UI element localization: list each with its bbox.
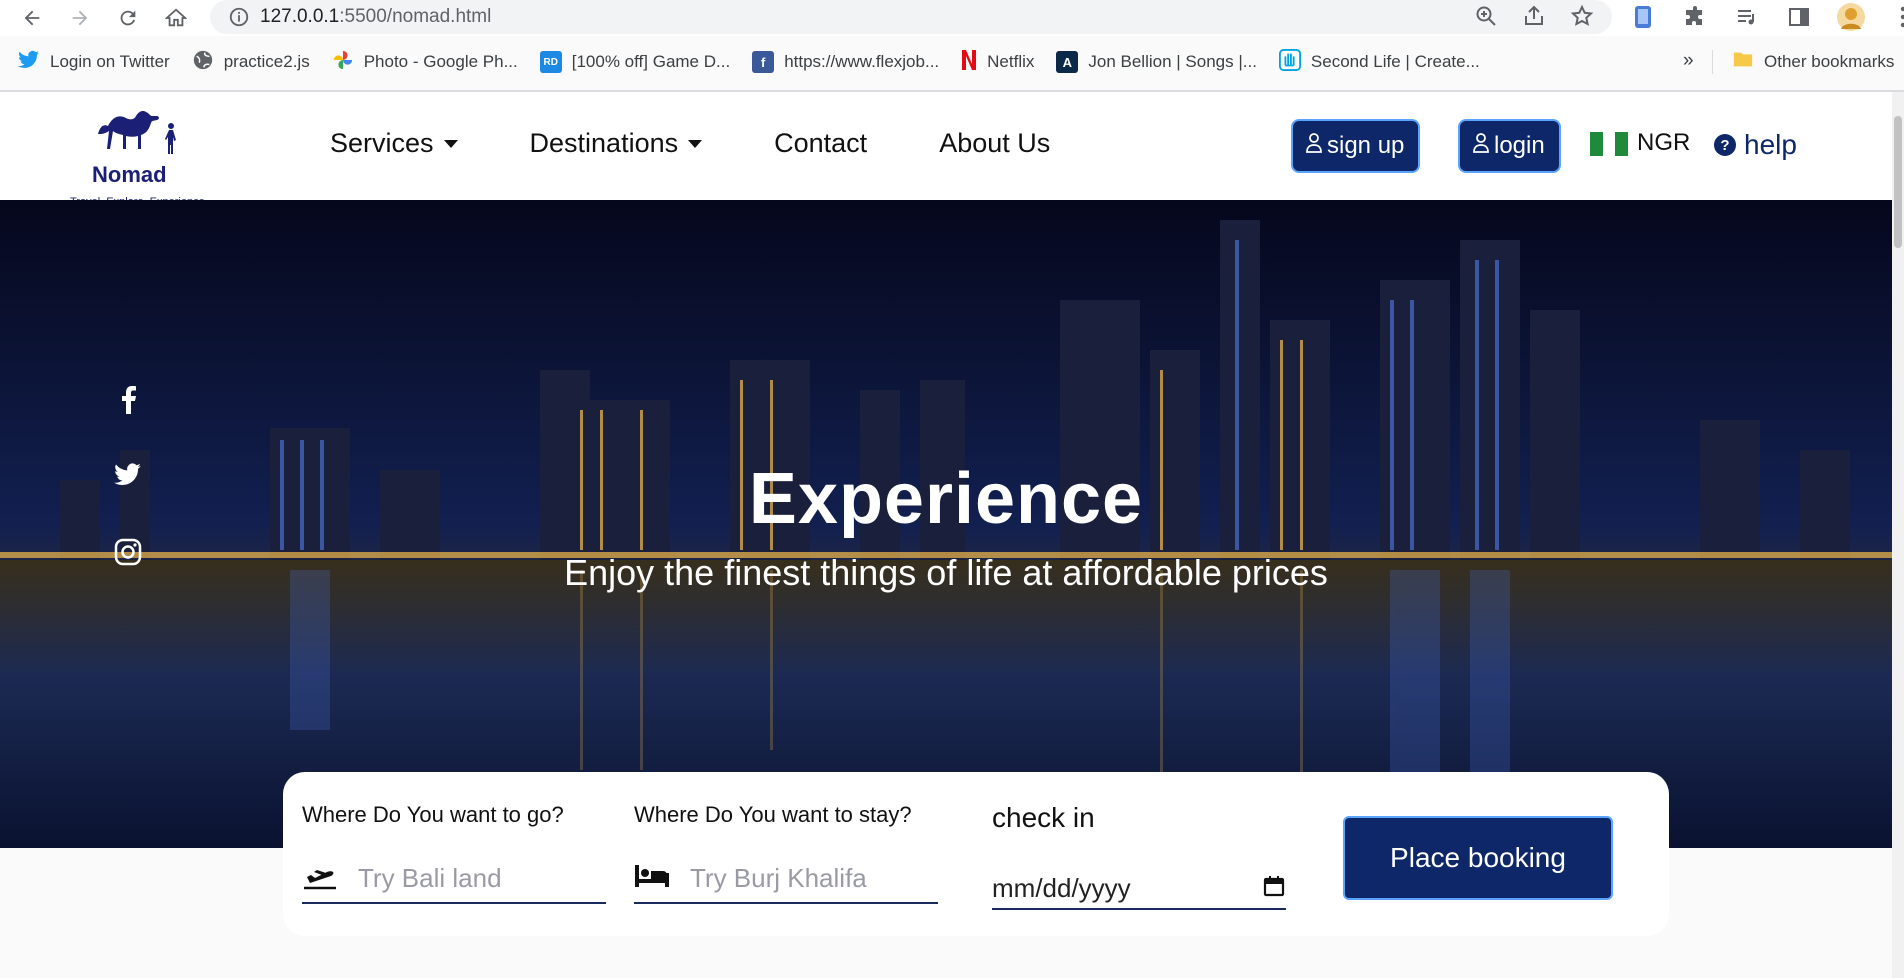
bookmarks-divider [1712, 50, 1713, 74]
site-header: Nomad Travel. Explore. Experience. Servi… [0, 92, 1892, 208]
bookmark-flexjobs[interactable]: f https://www.flexjob... [752, 51, 939, 73]
hero-subtitle: Enjoy the finest things of life at affor… [564, 552, 1328, 593]
nav-destinations[interactable]: Destinations [530, 128, 703, 159]
bookmark-label: https://www.flexjob... [784, 52, 940, 71]
google-photos-icon [332, 49, 354, 76]
bookmark-google-photos[interactable]: Photo - Google Ph... [332, 49, 518, 76]
calendar-icon[interactable] [1262, 874, 1286, 903]
second-life-icon [1278, 48, 1301, 76]
jon-bellion-icon: A [1056, 51, 1079, 73]
bookmarks-bar: Login on Twitter practice2.js Photo - Go… [0, 46, 1904, 78]
globe-icon [192, 49, 214, 76]
bookmarks-overflow-button[interactable]: » [1683, 50, 1694, 72]
destination-placeholder: Try Bali land [358, 862, 502, 893]
stay-placeholder: Try Burj Khalifa [690, 862, 867, 893]
flexjobs-icon: f [752, 51, 775, 73]
share-icon[interactable] [1522, 4, 1546, 33]
destination-label: Where Do You want to go? [302, 802, 564, 827]
other-bookmarks-label: Other bookmarks [1764, 51, 1895, 71]
address-bar[interactable]: 127.0.0.1:5500/nomad.html [210, 0, 1612, 34]
user-icon [1472, 132, 1490, 161]
bookmark-second-life[interactable]: Second Life | Create... [1278, 48, 1480, 76]
destination-input[interactable]: Try Bali land [302, 854, 606, 904]
nigeria-flag-icon[interactable] [1590, 132, 1628, 156]
forward-icon[interactable] [62, 0, 98, 36]
bookmark-label: Photo - Google Ph... [363, 52, 518, 71]
help-label: help [1744, 129, 1797, 160]
bookmark-label: Login on Twitter [50, 52, 170, 71]
extension-phone-icon[interactable] [1628, 2, 1658, 32]
netflix-icon [961, 49, 977, 76]
signup-button[interactable]: sign up [1291, 119, 1421, 173]
zoom-icon[interactable] [1474, 4, 1498, 33]
hero-title: Experience [748, 459, 1144, 539]
bookmark-netflix[interactable]: Netflix [961, 49, 1034, 76]
nav-about-us[interactable]: About Us [939, 128, 1050, 159]
back-icon[interactable] [14, 0, 50, 36]
url-text: 127.0.0.1:5500/nomad.html [260, 6, 492, 27]
chevron-down-icon [688, 139, 703, 148]
bookmark-star-icon[interactable] [1570, 4, 1594, 33]
signup-label: sign up [1327, 132, 1405, 159]
twitter-icon [18, 50, 40, 75]
reload-icon[interactable] [110, 0, 146, 36]
bookmark-label: Netflix [987, 52, 1035, 71]
hero-banner: Experience Enjoy the finest things of li… [0, 200, 1892, 848]
checkin-label: check in [992, 802, 1095, 833]
media-queue-icon[interactable] [1732, 2, 1762, 32]
logo[interactable]: Nomad Travel. Explore. Experience. [70, 108, 210, 208]
help-link[interactable]: ? help [1714, 129, 1797, 161]
bookmark-label: Jon Bellion | Songs |... [1088, 52, 1257, 71]
nav-services[interactable]: Services [330, 128, 458, 159]
profile-avatar[interactable] [1836, 2, 1866, 32]
facebook-icon[interactable] [112, 384, 144, 416]
browser-toolbar: 127.0.0.1:5500/nomad.html [0, 0, 1904, 36]
place-booking-button[interactable]: Place booking [1343, 816, 1613, 900]
logo-wordmark: Nomad [92, 162, 167, 187]
browser-menu-icon[interactable] [1888, 2, 1904, 32]
nav-contact-label: Contact [774, 128, 868, 158]
camel-logo-icon [98, 111, 176, 154]
bookmark-label: practice2.js [223, 52, 310, 71]
home-icon[interactable] [158, 0, 194, 36]
nav-contact[interactable]: Contact [774, 128, 867, 159]
currency-selector[interactable]: NGR [1637, 129, 1690, 157]
bed-icon [634, 863, 670, 894]
chevron-down-icon [443, 139, 458, 148]
stay-label: Where Do You want to stay? [634, 802, 912, 827]
side-panel-icon[interactable] [1784, 2, 1814, 32]
date-placeholder: mm/dd/yyyy [992, 872, 1131, 903]
bookmark-label: Second Life | Create... [1310, 52, 1480, 71]
stay-input[interactable]: Try Burj Khalifa [634, 854, 938, 904]
folder-icon [1732, 48, 1754, 75]
nav-about-label: About Us [939, 128, 1051, 158]
checkin-date-input[interactable]: mm/dd/yyyy [992, 868, 1286, 910]
plane-takeoff-icon [302, 861, 338, 896]
bookmark-practice2[interactable]: practice2.js [192, 49, 310, 76]
bookmark-jon-bellion[interactable]: A Jon Bellion | Songs |... [1056, 51, 1257, 73]
rd-icon: RD [539, 51, 562, 73]
login-button[interactable]: login [1458, 119, 1561, 173]
bookmark-login-twitter[interactable]: Login on Twitter [18, 50, 170, 75]
main-nav: Services Destinations Contact About Us [330, 128, 1050, 159]
extensions-puzzle-icon[interactable] [1680, 2, 1710, 32]
other-bookmarks-folder[interactable]: Other bookmarks [1732, 48, 1894, 75]
booking-form: Where Do You want to go? Try Bali land W… [283, 772, 1669, 936]
nav-destinations-label: Destinations [529, 128, 679, 158]
scrollbar-thumb[interactable] [1894, 116, 1902, 248]
login-label: login [1494, 132, 1545, 159]
help-icon: ? [1714, 134, 1736, 156]
page-scrollbar[interactable] [1892, 92, 1904, 978]
bookmark-game-deal[interactable]: RD [100% off] Game D... [539, 51, 731, 73]
nav-services-label: Services [330, 128, 434, 158]
site-info-icon[interactable] [228, 6, 250, 33]
user-icon [1305, 132, 1323, 161]
bookmark-label: [100% off] Game D... [571, 52, 731, 71]
